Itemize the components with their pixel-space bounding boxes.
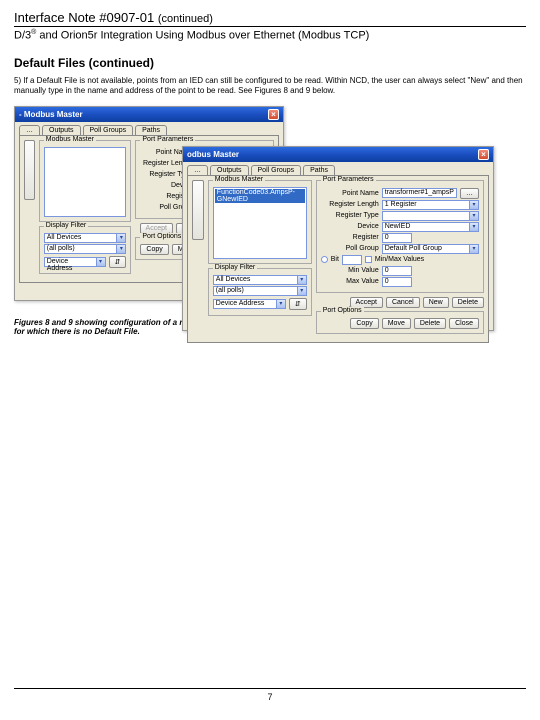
all-devices-combo[interactable]: All Devices [44,233,117,243]
close-icon[interactable]: × [268,109,279,120]
bit-radio[interactable] [321,256,328,263]
master-listbox[interactable]: FunctionCode03.AmpsP-GNewIED [213,187,307,259]
device-input[interactable]: NewIED [382,222,469,232]
doc-title: Interface Note #0907-01 (continued) [14,10,526,27]
tab-paths[interactable]: Paths [303,165,335,175]
titlebar: odbus Master × [183,147,493,162]
poll-group-input[interactable]: Default Poll Group [382,244,469,254]
modbus-master-fieldset: Modbus Master [39,140,132,222]
move-button[interactable]: Move [382,318,411,329]
chevron-down-icon[interactable]: ▾ [116,233,126,243]
tab[interactable]: … [187,165,208,175]
reg-type-input[interactable] [382,211,469,221]
titlebar: - Modbus Master × [15,107,283,122]
chevron-down-icon[interactable]: ▾ [116,244,126,254]
point-name-input[interactable]: transformer#1_ampsP [382,188,457,198]
delete-button[interactable]: Delete [452,297,484,308]
tab-outputs[interactable]: Outputs [42,125,81,135]
copy-button[interactable]: Copy [140,244,168,255]
section-body: 5) If a Default File is not available, p… [14,76,526,96]
doc-subtitle: D/3® and Orion5r Integration Using Modbu… [14,29,526,42]
reg-len-input[interactable]: 1 Register [382,200,469,210]
chevron-down-icon[interactable]: ▾ [469,211,479,221]
cancel-button[interactable]: Cancel [386,297,420,308]
display-filter-fieldset: Display Filter All Devices▾ (all polls)▾… [208,268,312,316]
device-address-combo[interactable]: Device Address [213,299,276,309]
tab-paths[interactable]: Paths [135,125,167,135]
window-title: odbus Master [187,150,239,159]
chevron-down-icon[interactable]: ▾ [469,222,479,232]
doc-ref: Interface Note #0907-01 [14,10,154,25]
side-button[interactable] [24,140,35,200]
close-button[interactable]: Close [449,318,479,329]
tab-outputs[interactable]: Outputs [210,165,249,175]
bit-input[interactable] [342,255,362,265]
port-options-fieldset: Port Options Copy Move Delete Close [316,311,484,334]
chevron-down-icon[interactable]: ▾ [297,286,307,296]
all-polls-combo[interactable]: (all polls) [213,286,297,296]
chevron-down-icon[interactable]: ▾ [96,257,106,267]
chevron-down-icon[interactable]: ▾ [469,244,479,254]
doc-continued: (continued) [158,13,213,25]
close-icon[interactable]: × [478,149,489,160]
ellipsis-button[interactable]: … [460,188,479,199]
copy-button[interactable]: Copy [350,318,378,329]
page-footer: 7 [14,688,526,702]
section-heading: Default Files (continued) [14,56,526,70]
tab-strip: … Outputs Poll Groups Paths [15,122,283,135]
modbus-master-fieldset: Modbus Master FunctionCode03.AmpsP-GNewI… [208,180,312,264]
sort-button[interactable]: ⇵ [109,256,127,268]
chevron-down-icon[interactable]: ▾ [276,299,286,309]
port-parameters-fieldset: Port Parameters Point Nametransformer#1_… [316,180,484,293]
sort-button[interactable]: ⇵ [289,298,307,310]
register-input[interactable]: 0 [382,233,412,243]
device-address-combo[interactable]: Device Address [44,257,96,267]
chevron-down-icon[interactable]: ▾ [469,200,479,210]
all-polls-combo[interactable]: (all polls) [44,244,117,254]
minmax-checkbox[interactable] [365,256,372,263]
tab-strip: … Outputs Poll Groups Paths [183,162,493,175]
list-item[interactable]: FunctionCode03.AmpsP-GNewIED [215,189,305,203]
new-button[interactable]: New [423,297,449,308]
min-input[interactable]: 0 [382,266,412,276]
screenshots-container: - Modbus Master × … Outputs Poll Groups … [14,106,526,316]
master-listbox[interactable] [44,147,127,217]
tab-poll-groups[interactable]: Poll Groups [83,125,134,135]
max-input[interactable]: 0 [382,277,412,287]
page-number: 7 [267,692,272,702]
display-filter-fieldset: Display Filter All Devices▾ (all polls)▾… [39,226,132,274]
chevron-down-icon[interactable]: ▾ [297,275,307,285]
tab[interactable]: … [19,125,40,135]
window-title: - Modbus Master [19,110,83,119]
all-devices-combo[interactable]: All Devices [213,275,297,285]
delete-btn-2[interactable]: Delete [414,318,446,329]
tab-poll-groups[interactable]: Poll Groups [251,165,302,175]
figure-9-window: odbus Master × … Outputs Poll Groups Pat… [182,146,494,331]
side-button[interactable] [192,180,204,240]
